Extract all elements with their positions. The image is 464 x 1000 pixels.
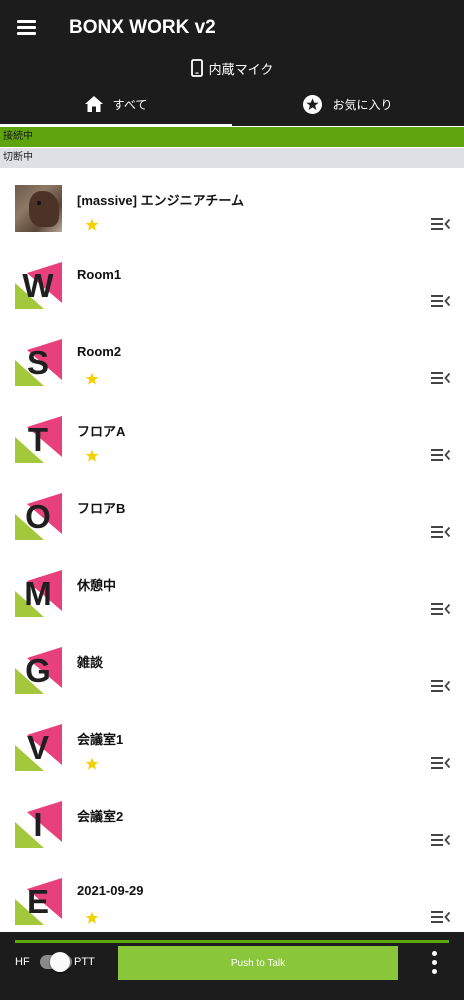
room-name: Room1 xyxy=(77,267,122,282)
room-avatar-photo xyxy=(15,185,62,232)
room-avatar-logo: S xyxy=(15,339,62,386)
tab-favorites-label: お気に入り xyxy=(332,97,393,112)
room-item[interactable]: W Room1 xyxy=(0,245,464,322)
room-list[interactable]: [massive] エンジニアチーム W Room1 S Room2 T フロア… xyxy=(0,168,464,930)
audio-input-label: 内蔵マイク xyxy=(208,61,274,77)
room-menu-icon[interactable] xyxy=(431,525,451,539)
app-title: BONX WORK v2 xyxy=(69,17,216,38)
room-avatar-logo: I xyxy=(15,801,62,848)
svg-text:T: T xyxy=(28,421,48,458)
room-avatar-logo: G xyxy=(15,647,62,694)
hamburger-menu-icon[interactable] xyxy=(16,17,38,39)
push-to-talk-button[interactable]: Push to Talk xyxy=(118,946,398,980)
tab-all-label: すべて xyxy=(112,97,148,112)
room-menu-icon[interactable] xyxy=(431,679,451,693)
room-name: フロアA xyxy=(77,424,126,439)
svg-text:O: O xyxy=(25,498,51,535)
room-avatar-logo: E xyxy=(15,878,62,925)
room-name: Room2 xyxy=(77,344,122,359)
favorite-star-icon xyxy=(85,218,99,231)
tab-favorites[interactable]: お気に入り xyxy=(232,84,464,124)
room-avatar-logo: M xyxy=(15,570,62,617)
room-menu-icon[interactable] xyxy=(431,448,451,462)
home-icon xyxy=(84,96,103,112)
room-item[interactable]: M 休憩中 xyxy=(0,553,464,630)
room-avatar-logo: O xyxy=(15,493,62,540)
room-name: 会議室2 xyxy=(77,809,124,824)
room-name: 会議室1 xyxy=(77,732,124,747)
room-item[interactable]: V 会議室1 xyxy=(0,707,464,784)
room-item[interactable]: [massive] エンジニアチーム xyxy=(0,168,464,245)
tab-all[interactable]: すべて xyxy=(0,84,232,124)
svg-text:I: I xyxy=(33,806,42,843)
input-level-fill xyxy=(15,940,449,943)
smartphone-icon xyxy=(190,59,203,77)
room-avatar-logo: T xyxy=(15,416,62,463)
svg-text:E: E xyxy=(27,883,49,920)
room-item[interactable]: O フロアB xyxy=(0,476,464,553)
room-menu-icon[interactable] xyxy=(431,910,451,924)
svg-text:G: G xyxy=(25,652,51,689)
favorite-star-icon xyxy=(85,449,99,462)
room-item[interactable]: I 会議室2 xyxy=(0,784,464,861)
room-name: フロアB xyxy=(77,501,126,516)
room-item[interactable]: G 雑談 xyxy=(0,630,464,707)
favorite-star-icon xyxy=(85,911,99,924)
room-avatar-logo: V xyxy=(15,724,62,771)
room-name: 休憩中 xyxy=(77,578,117,593)
svg-text:M: M xyxy=(24,575,52,612)
room-menu-icon[interactable] xyxy=(431,217,451,231)
svg-text:V: V xyxy=(27,729,49,766)
svg-text:S: S xyxy=(27,344,49,381)
room-name: 雑談 xyxy=(77,655,104,670)
room-item[interactable]: E 2021-09-29 xyxy=(0,861,464,930)
ptt-label: PTT xyxy=(74,956,95,968)
room-item[interactable]: T フロアA xyxy=(0,399,464,476)
section-connected-header: 接続中 xyxy=(0,127,464,147)
room-menu-icon[interactable] xyxy=(431,833,451,847)
room-menu-icon[interactable] xyxy=(431,602,451,616)
room-item[interactable]: S Room2 xyxy=(0,322,464,399)
room-menu-icon[interactable] xyxy=(431,756,451,770)
star-circle-icon xyxy=(303,94,323,114)
room-menu-icon[interactable] xyxy=(431,294,451,308)
hf-label: HF xyxy=(15,956,30,968)
hf-ptt-toggle-knob[interactable] xyxy=(50,952,70,972)
room-menu-icon[interactable] xyxy=(431,371,451,385)
svg-text:W: W xyxy=(22,267,54,304)
favorite-star-icon xyxy=(85,372,99,385)
more-vertical-icon[interactable] xyxy=(426,950,444,976)
favorite-star-icon xyxy=(85,757,99,770)
section-disconnected-header: 切断中 xyxy=(0,148,464,168)
room-avatar-logo: W xyxy=(15,262,62,309)
room-name: [massive] エンジニアチーム xyxy=(77,193,244,208)
audio-input-selector[interactable]: 内蔵マイク xyxy=(0,56,464,80)
room-name: 2021-09-29 xyxy=(77,883,144,898)
